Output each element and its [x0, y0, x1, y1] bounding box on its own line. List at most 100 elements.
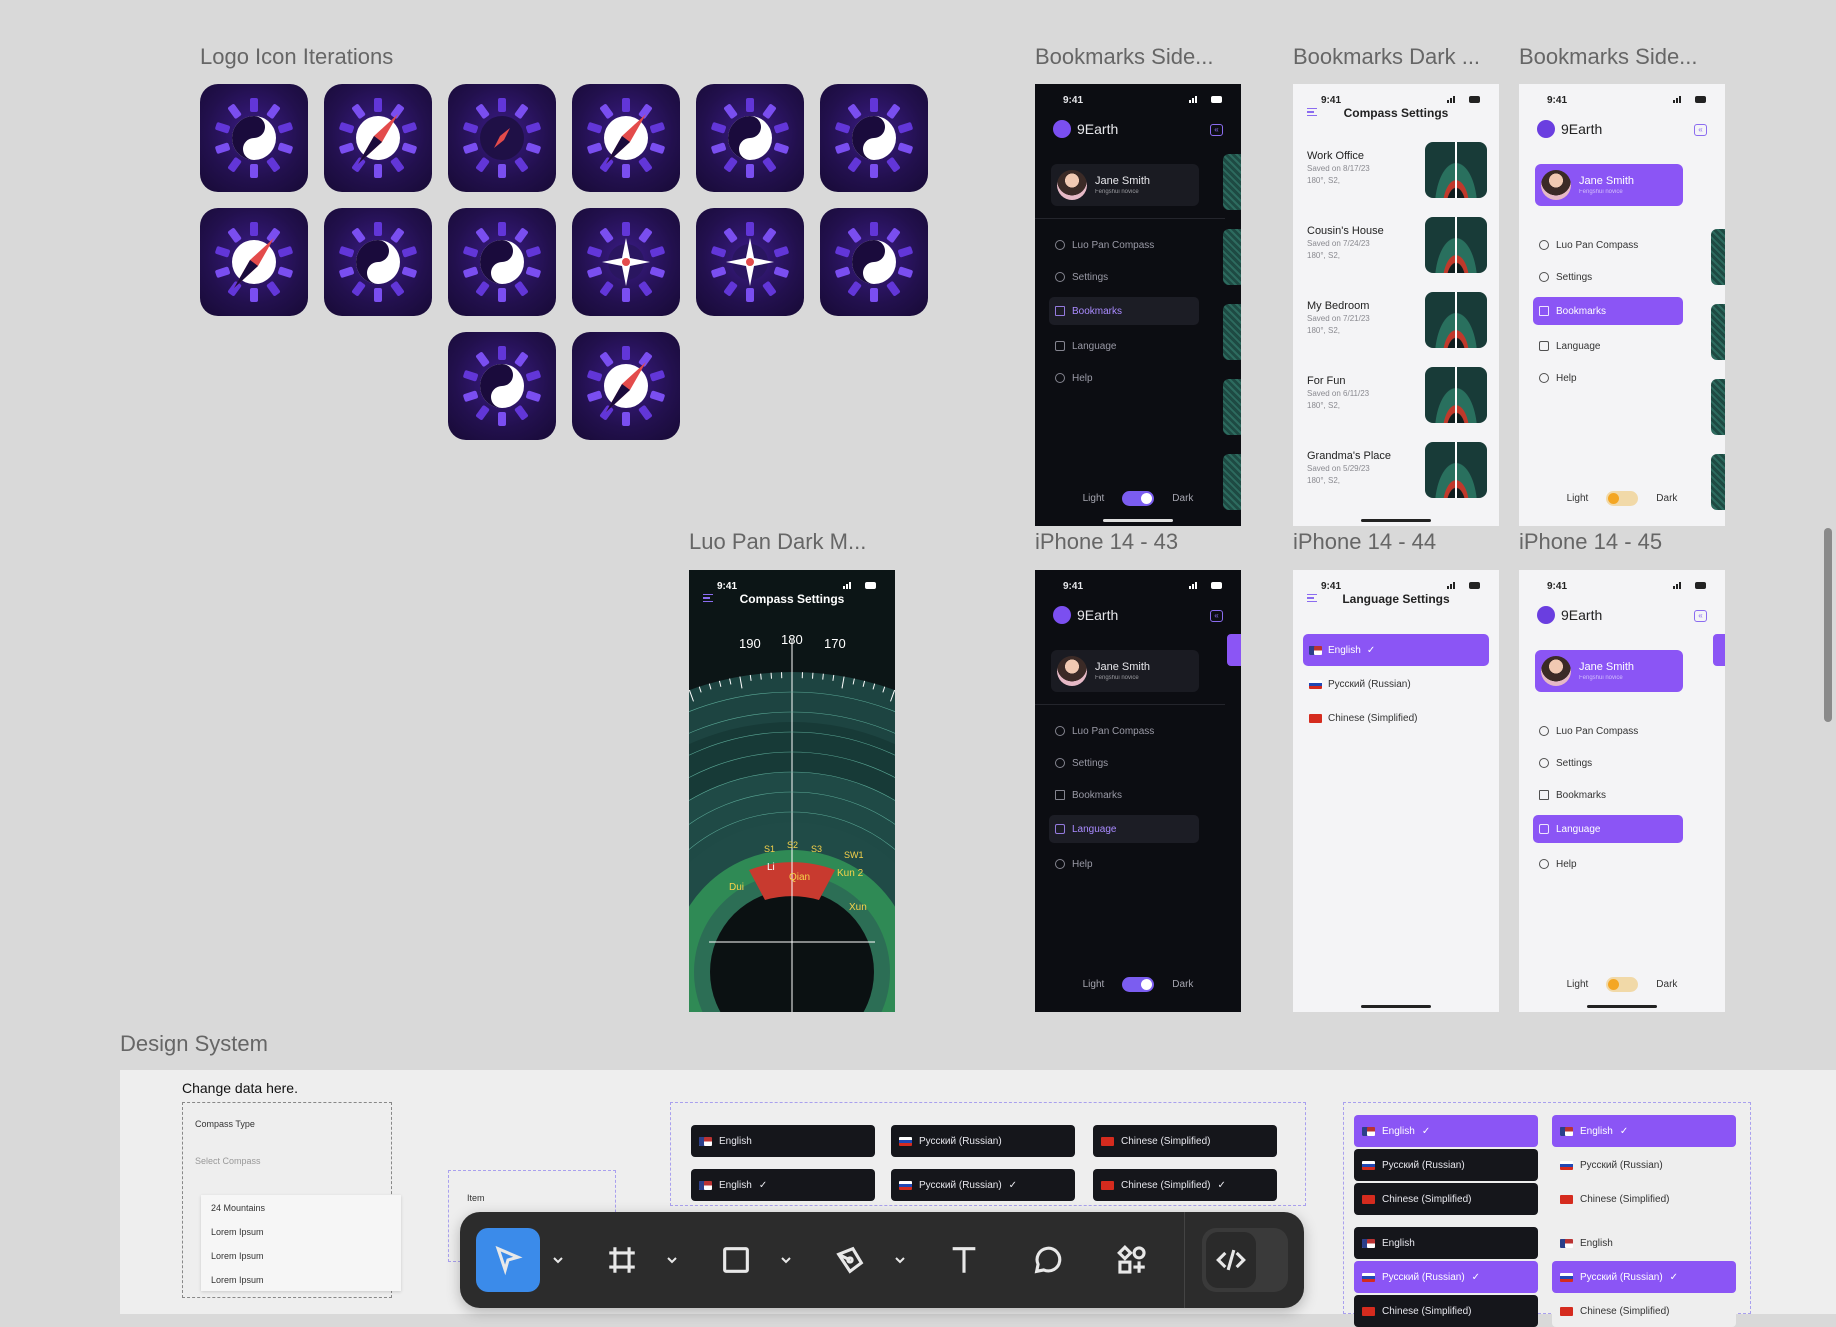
phone-luo-pan-dark[interactable]: 9:41 Compass Settings 190 180 170 S1 S2 … — [689, 570, 895, 1012]
list-chinese[interactable]: Chinese (Simplified) — [1354, 1183, 1538, 1215]
frame-title-bookmarks-side-light[interactable]: Bookmarks Side... — [1519, 44, 1698, 70]
frame-title-iphone43[interactable]: iPhone 14 - 43 — [1035, 529, 1178, 555]
pen-tool-button[interactable] — [818, 1228, 882, 1292]
logo-iteration-icon[interactable] — [324, 208, 432, 316]
menu-item-settings[interactable]: Settings — [1049, 263, 1199, 291]
phone-iphone43[interactable]: 9:41 9Earth « Jane SmithFengshui novice … — [1035, 570, 1241, 1012]
list-russian-light[interactable]: Русский (Russian) — [1552, 1149, 1736, 1181]
menu-item-language[interactable]: Language — [1049, 332, 1199, 360]
menu-item-help[interactable]: Help — [1533, 850, 1683, 878]
menu-item-compass[interactable]: Luo Pan Compass — [1049, 231, 1199, 259]
frame-tool-button[interactable] — [590, 1228, 654, 1292]
collapse-sidebar-icon[interactable]: « — [1694, 124, 1707, 136]
pill-english-selected[interactable]: English✓ — [691, 1169, 875, 1201]
chevron-down-icon[interactable] — [552, 1256, 564, 1264]
pill-chinese[interactable]: Chinese (Simplified) — [1093, 1125, 1277, 1157]
language-option-chinese[interactable]: Chinese (Simplified) — [1303, 702, 1489, 734]
menu-item-language[interactable]: Language — [1533, 332, 1683, 360]
frame-title-iphone44[interactable]: iPhone 14 - 44 — [1293, 529, 1436, 555]
menu-item-help[interactable]: Help — [1049, 364, 1199, 392]
bookmark-item[interactable]: My BedroomSaved on 7/21/23180°, S2, — [1307, 292, 1487, 356]
dropdown-option[interactable]: Lorem Ipsum — [211, 1227, 264, 1237]
list-russian-selected[interactable]: Русский (Russian)✓ — [1354, 1261, 1538, 1293]
theme-toggle[interactable]: LightDark — [1519, 977, 1725, 992]
bookmark-item[interactable]: For FunSaved on 6/11/23180°, S2, — [1307, 367, 1487, 431]
pill-russian-selected[interactable]: Русский (Russian)✓ — [891, 1169, 1075, 1201]
select-compass-placeholder[interactable]: Select Compass — [195, 1156, 261, 1166]
list-russian[interactable]: Русский (Russian) — [1354, 1149, 1538, 1181]
frame-title-iphone45[interactable]: iPhone 14 - 45 — [1519, 529, 1662, 555]
menu-item-language[interactable]: Language — [1049, 815, 1199, 843]
phone-bookmarks-list[interactable]: 9:41 Compass Settings Work OfficeSaved o… — [1293, 84, 1499, 526]
language-option-russian[interactable]: Русский (Russian) — [1303, 668, 1489, 700]
theme-switch[interactable] — [1122, 491, 1154, 506]
list-english[interactable]: English — [1354, 1227, 1538, 1259]
chevron-down-icon[interactable] — [666, 1256, 678, 1264]
move-tool-button[interactable] — [476, 1228, 540, 1292]
logo-iteration-icon[interactable] — [572, 84, 680, 192]
canvas-scrollbar[interactable] — [1824, 528, 1832, 722]
list-chinese-light[interactable]: Chinese (Simplified) — [1552, 1295, 1736, 1327]
user-card[interactable]: Jane SmithFengshui novice — [1535, 650, 1683, 692]
logo-iteration-icon[interactable] — [200, 208, 308, 316]
menu-item-bookmarks[interactable]: Bookmarks — [1533, 297, 1683, 325]
menu-item-settings[interactable]: Settings — [1049, 749, 1199, 777]
logo-iteration-icon[interactable] — [696, 208, 804, 316]
chevron-down-icon[interactable] — [780, 1256, 792, 1264]
dropdown-option[interactable]: Lorem Ipsum — [211, 1251, 264, 1261]
logo-iteration-icon[interactable] — [820, 208, 928, 316]
menu-item-settings[interactable]: Settings — [1533, 263, 1683, 291]
logo-iteration-icon[interactable] — [448, 332, 556, 440]
menu-item-compass[interactable]: Luo Pan Compass — [1533, 717, 1683, 745]
logo-iteration-icon[interactable] — [572, 332, 680, 440]
dropdown-option[interactable]: 24 Mountains — [211, 1203, 265, 1213]
comment-tool-button[interactable] — [1016, 1228, 1080, 1292]
collapse-sidebar-icon[interactable]: « — [1694, 610, 1707, 622]
frame-title-luo-pan-dark[interactable]: Luo Pan Dark M... — [689, 529, 866, 555]
theme-switch[interactable] — [1606, 491, 1638, 506]
frame-title-bookmarks-side-dark[interactable]: Bookmarks Side... — [1035, 44, 1214, 70]
shape-tool-button[interactable] — [704, 1228, 768, 1292]
collapse-sidebar-icon[interactable]: « — [1210, 610, 1223, 622]
theme-switch[interactable] — [1606, 977, 1638, 992]
menu-item-help[interactable]: Help — [1049, 850, 1199, 878]
frame-title-design-system[interactable]: Design System — [120, 1031, 268, 1057]
bookmark-item[interactable]: Cousin's HouseSaved on 7/24/23180°, S2, — [1307, 217, 1487, 281]
assets-tool-button[interactable] — [1100, 1228, 1164, 1292]
user-card[interactable]: Jane SmithFengshui novice — [1535, 164, 1683, 206]
language-pill-variants-dark[interactable]: English Русский (Russian) Chinese (Simpl… — [670, 1102, 1306, 1206]
pill-russian[interactable]: Русский (Russian) — [891, 1125, 1075, 1157]
menu-item-bookmarks[interactable]: Bookmarks — [1049, 297, 1199, 325]
luo-pan-compass[interactable]: 190 180 170 S1 S2 S3 SW1 Li Qian Kun 2 X… — [689, 570, 895, 1012]
theme-toggle[interactable]: LightDark — [1035, 491, 1241, 506]
compass-dropdown-list[interactable]: 24 Mountains Lorem Ipsum Lorem Ipsum Lor… — [201, 1195, 401, 1291]
bottom-toolbar[interactable] — [460, 1212, 1304, 1308]
logo-iteration-icon[interactable] — [448, 208, 556, 316]
collapse-sidebar-icon[interactable]: « — [1210, 124, 1223, 136]
user-card[interactable]: Jane SmithFengshui novice — [1051, 650, 1199, 692]
text-tool-button[interactable] — [932, 1228, 996, 1292]
logo-iteration-icon[interactable] — [324, 84, 432, 192]
logo-iteration-icon[interactable] — [448, 84, 556, 192]
menu-item-compass[interactable]: Luo Pan Compass — [1049, 717, 1199, 745]
phone-iphone44[interactable]: 9:41 Language Settings English✓ Русский … — [1293, 570, 1499, 1012]
list-english-selected[interactable]: English✓ — [1354, 1115, 1538, 1147]
menu-item-compass[interactable]: Luo Pan Compass — [1533, 231, 1683, 259]
frame-title-bookmarks-dark[interactable]: Bookmarks Dark ... — [1293, 44, 1480, 70]
menu-item-settings[interactable]: Settings — [1533, 749, 1683, 777]
phone-bookmarks-side-dark[interactable]: 9:41 9Earth « Jane SmithFengshui novice … — [1035, 84, 1241, 526]
compass-select-component[interactable]: Compass Type Select Compass 24 Mountains… — [182, 1102, 392, 1298]
menu-item-bookmarks[interactable]: Bookmarks — [1533, 781, 1683, 809]
pill-chinese-selected[interactable]: Chinese (Simplified)✓ — [1093, 1169, 1277, 1201]
list-english-light[interactable]: English — [1552, 1227, 1736, 1259]
logo-iteration-icon[interactable] — [572, 208, 680, 316]
pill-english[interactable]: English — [691, 1125, 875, 1157]
logo-iteration-icon[interactable] — [200, 84, 308, 192]
user-card[interactable]: Jane SmithFengshui novice — [1051, 164, 1199, 206]
menu-item-help[interactable]: Help — [1533, 364, 1683, 392]
menu-item-language[interactable]: Language — [1533, 815, 1683, 843]
menu-item-bookmarks[interactable]: Bookmarks — [1049, 781, 1199, 809]
list-chinese[interactable]: Chinese (Simplified) — [1354, 1295, 1538, 1327]
list-russian-selected-light[interactable]: Русский (Russian)✓ — [1552, 1261, 1736, 1293]
theme-toggle[interactable]: LightDark — [1519, 491, 1725, 506]
